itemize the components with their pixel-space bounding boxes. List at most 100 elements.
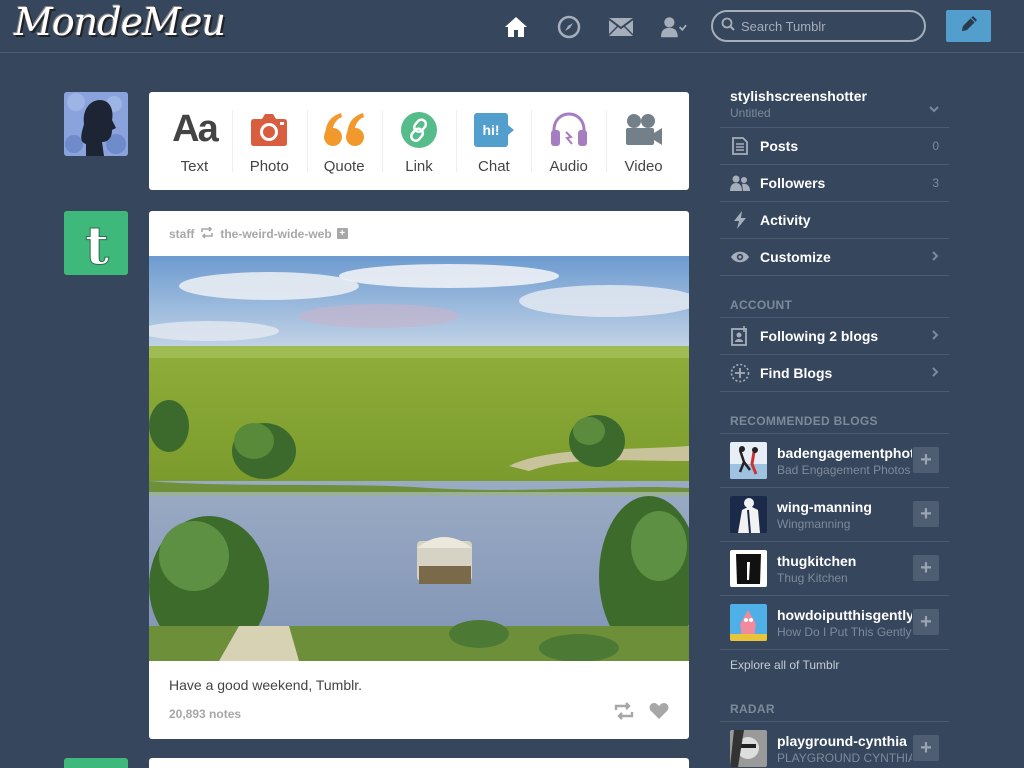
sidebar-item-activity[interactable]: Activity [720,202,949,239]
post-caption: Have a good weekend, Tumblr. [169,677,363,693]
recommended-blog-title: Thug Kitchen [777,570,848,585]
compass-icon[interactable] [556,14,582,40]
logo[interactable]: MondeMeu [14,0,226,44]
reblog-icon[interactable] [613,702,635,725]
follow-plus-icon[interactable]: + [336,228,348,239]
staff-avatar[interactable]: t [64,211,128,275]
account-heading: ACCOUNT [720,276,949,318]
post-type-link[interactable]: Link [381,92,457,190]
follow-button[interactable]: + [913,555,939,581]
post-type-audio[interactable]: Audio [531,92,606,190]
recommended-blog[interactable]: thugkitchen Thug Kitchen + [720,542,949,596]
post-type-text[interactable]: Aa Text [157,92,232,190]
sidebar-item-customize[interactable]: Customize [720,239,949,276]
post-type-chat[interactable]: hi! Chat [456,92,531,190]
sidebar-item-followers[interactable]: Followers 3 [720,165,949,202]
sidebar-item-label: Posts [760,138,799,154]
quote-icon [323,108,365,152]
headphones-icon [549,108,589,152]
followers-icon [730,173,750,193]
lightning-icon [730,210,750,230]
recommended-blog-title: Bad Engagement Photos [777,462,911,477]
compose-button[interactable] [946,10,991,42]
post-type-label: Photo [249,157,289,175]
sidebar-item-following[interactable]: Following 2 blogs [720,318,949,355]
video-camera-icon [624,108,664,152]
follow-button[interactable]: + [913,501,939,527]
sidebar-item-label: Followers [760,175,826,191]
blog-title: Untitled [730,106,771,120]
recommended-blog-title: How Do I Put This Gently [777,624,912,639]
sidebar-item-posts[interactable]: Posts 0 [720,128,949,165]
follow-button[interactable]: + [913,735,939,761]
sidebar-item-count: 0 [932,139,939,153]
post-card: staff the-weird-wide-web + Have a good w… [149,211,689,739]
sidebar-item-label: Find Blogs [760,365,833,381]
post-type-photo[interactable]: Photo [231,92,307,190]
reblog-icon [200,225,214,241]
chevron-down-icon [929,100,939,118]
post-type-quote[interactable]: Quote [306,92,382,190]
reblogged-from[interactable]: the-weird-wide-web [220,227,331,241]
post-image[interactable] [149,256,689,661]
recommended-heading: RECOMMENDED BLOGS [720,392,949,434]
search-icon [721,17,735,36]
home-icon[interactable] [503,14,529,40]
post-type-label: Video [624,157,663,175]
heart-icon[interactable] [649,702,669,725]
post-author[interactable]: staff [169,227,194,241]
eye-icon [730,247,750,267]
post-footer: 20,893 notes [169,702,669,725]
radar-blog-title: PLAYGROUND CYNTHIA [777,750,912,765]
chevron-right-icon [932,248,939,266]
post-type-label: Text [180,157,209,175]
recommended-blog-name: howdoiputthisgently [777,606,912,623]
recommended-blog-name: badengagementphotos [777,444,912,461]
explore-link[interactable]: Explore all of Tumblr [720,650,949,680]
user-avatar[interactable] [64,92,128,156]
blog-thumbnail [730,604,767,641]
camera-icon [250,108,288,152]
post-type-label: Quote [323,157,365,175]
blog-thumbnail [730,730,767,767]
sidebar-item-label: Customize [760,249,831,265]
recommended-blog-name: wing-manning [777,498,872,515]
top-bar: MondeMeu [0,0,1024,53]
blog-name: stylishscreenshotter [730,88,867,104]
chevron-right-icon [932,327,939,345]
post-type-label: Chat [478,157,510,175]
svg-text:t: t [85,216,109,275]
radar-blog[interactable]: playground-cynthia PLAYGROUND CYNTHIA + [720,722,949,768]
mail-icon[interactable] [608,14,634,40]
recommended-blog[interactable]: wing-manning Wingmanning + [720,488,949,542]
link-icon [400,108,438,152]
recommended-blog[interactable]: howdoiputthisgently How Do I Put This Ge… [720,596,949,650]
text-icon: Aa [172,108,219,150]
notes-count[interactable]: 20,893 notes [169,707,599,721]
following-icon [730,326,750,346]
recommended-blog-title: Wingmanning [777,516,851,531]
blog-thumbnail [730,496,767,533]
svg-text:hi!: hi! [482,122,499,138]
radar-heading: RADAR [720,680,949,722]
post-type-video[interactable]: Video [606,92,681,190]
sidebar: stylishscreenshotter Untitled Posts 0 Fo… [720,82,949,768]
next-post-avatar[interactable] [64,758,128,768]
blog-switcher[interactable]: stylishscreenshotter Untitled [720,82,949,128]
radar-blog-name: playground-cynthia [777,732,907,749]
search-box[interactable] [711,10,926,42]
post-header: staff the-weird-wide-web + [149,211,689,256]
post-type-bar: Aa Text Photo Quote Link hi! Chat Audio [149,92,689,190]
sidebar-item-label: Activity [760,212,811,228]
post-type-label: Audio [549,157,588,175]
blog-thumbnail [730,550,767,587]
chevron-right-icon [932,364,939,382]
follow-button[interactable]: + [913,609,939,635]
search-input[interactable] [741,18,911,34]
sidebar-item-find-blogs[interactable]: Find Blogs [720,355,949,392]
recommended-blog[interactable]: badengagementphotos Bad Engagement Photo… [720,434,949,488]
next-post-card [149,758,689,768]
posts-icon [730,136,750,156]
follow-button[interactable]: + [913,447,939,473]
account-icon[interactable] [661,14,687,40]
